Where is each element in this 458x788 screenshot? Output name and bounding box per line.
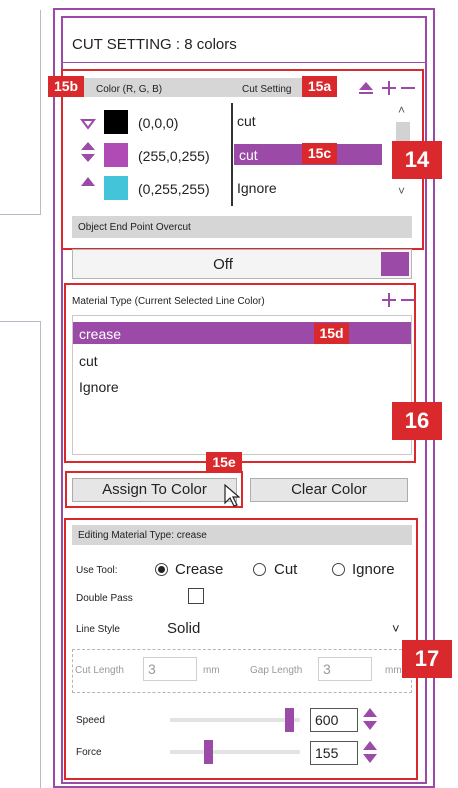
force-track [170, 750, 300, 754]
gap-length-unit: mm [385, 665, 402, 676]
color-header-label: Color (R, G, B) [96, 84, 163, 95]
add-color-icon[interactable] [381, 80, 397, 96]
cut-length-unit: mm [203, 665, 220, 676]
callout-15c: 15c [302, 143, 337, 164]
callout-15a: 15a [302, 76, 337, 97]
chevron-down-icon: ˅ [392, 621, 400, 636]
gap-length-input[interactable]: 3 [318, 657, 372, 681]
speed-thumb[interactable] [285, 708, 294, 732]
speed-track [170, 718, 300, 722]
rgb-value: (0,0,0) [138, 115, 179, 131]
move-down-icon[interactable] [80, 118, 96, 130]
scroll-up-icon[interactable]: ˄ [398, 103, 405, 117]
radio-ignore-label[interactable]: Ignore [352, 561, 395, 578]
mouse-cursor-icon [224, 484, 240, 508]
color-swatch [104, 110, 128, 134]
left-divider-top-h [0, 214, 41, 215]
move-updown-icon[interactable] [80, 141, 96, 163]
move-top-icon[interactable] [358, 81, 374, 95]
callout-15d: 15d [314, 323, 349, 344]
double-pass-checkbox[interactable] [188, 588, 204, 604]
line-style-select[interactable]: Solid ˅ [157, 617, 412, 641]
overcut-value: Off [213, 256, 233, 273]
material-header: Material Type (Current Selected Line Col… [72, 296, 265, 307]
speed-slider[interactable] [170, 708, 300, 732]
gap-length-label: Gap Length [250, 665, 303, 676]
force-thumb[interactable] [204, 740, 213, 764]
cut-length-label: Cut Length [75, 665, 124, 676]
color-swatch [104, 176, 128, 200]
callout-14: 14 [392, 141, 442, 179]
color-row[interactable]: (255,0,255) cut [104, 140, 394, 170]
material-item[interactable]: Ignore [79, 379, 119, 395]
editing-header-label: Editing Material Type: crease [78, 530, 207, 541]
double-pass-label: Double Pass [76, 593, 133, 604]
material-list[interactable]: crease cut Ignore [72, 315, 412, 455]
radio-cut-label[interactable]: Cut [274, 561, 297, 578]
color-row[interactable]: (0,0,0) cut [104, 107, 394, 137]
radio-crease-label[interactable]: Crease [175, 561, 223, 578]
cut-length-input[interactable]: 3 [143, 657, 197, 681]
panel-title: CUT SETTING : 8 colors [72, 36, 237, 53]
overcut-label: Object End Point Overcut [78, 222, 191, 233]
material-item[interactable]: crease [79, 326, 121, 342]
left-divider-bottom [40, 321, 41, 788]
remove-material-icon[interactable] [400, 292, 416, 308]
callout-15e: 15e [206, 452, 242, 473]
force-slider[interactable] [170, 740, 300, 764]
overcut-toggle[interactable]: Off [72, 249, 412, 279]
assign-to-color-button[interactable]: Assign To Color [72, 478, 237, 502]
radio-crease[interactable] [155, 563, 168, 576]
cut-setting-value: cut [237, 113, 256, 129]
callout-16: 16 [392, 402, 442, 440]
cut-header-label: Cut Setting [242, 84, 292, 95]
rgb-value: (255,0,255) [138, 148, 210, 164]
clear-color-button[interactable]: Clear Color [250, 478, 408, 502]
line-style-value: Solid [167, 620, 201, 637]
toggle-knob [381, 252, 409, 276]
title-divider [63, 62, 425, 63]
speed-stepper-icon[interactable] [362, 707, 378, 731]
cut-setting-value: cut [239, 147, 258, 163]
callout-17: 17 [402, 640, 452, 678]
cut-setting-value: Ignore [237, 180, 277, 196]
speed-label: Speed [76, 715, 105, 726]
radio-ignore[interactable] [332, 563, 345, 576]
move-up-icon[interactable] [80, 176, 96, 188]
use-tool-label: Use Tool: [76, 565, 118, 576]
radio-cut[interactable] [253, 563, 266, 576]
line-style-label: Line Style [76, 624, 120, 635]
add-material-icon[interactable] [381, 292, 397, 308]
material-item-selected[interactable] [73, 322, 411, 344]
force-label: Force [76, 747, 102, 758]
color-row[interactable]: (0,255,255) Ignore [104, 173, 394, 203]
speed-input[interactable]: 600 [310, 708, 358, 732]
color-swatch [104, 143, 128, 167]
callout-15b: 15b [48, 76, 84, 97]
left-divider-bottom-h [0, 321, 41, 322]
force-input[interactable]: 155 [310, 741, 358, 765]
scroll-down-icon[interactable]: ˅ [398, 184, 405, 198]
force-stepper-icon[interactable] [362, 740, 378, 764]
remove-color-icon[interactable] [400, 80, 416, 96]
material-item[interactable]: cut [79, 353, 98, 369]
rgb-value: (0,255,255) [138, 181, 210, 197]
left-divider-top [40, 10, 41, 214]
